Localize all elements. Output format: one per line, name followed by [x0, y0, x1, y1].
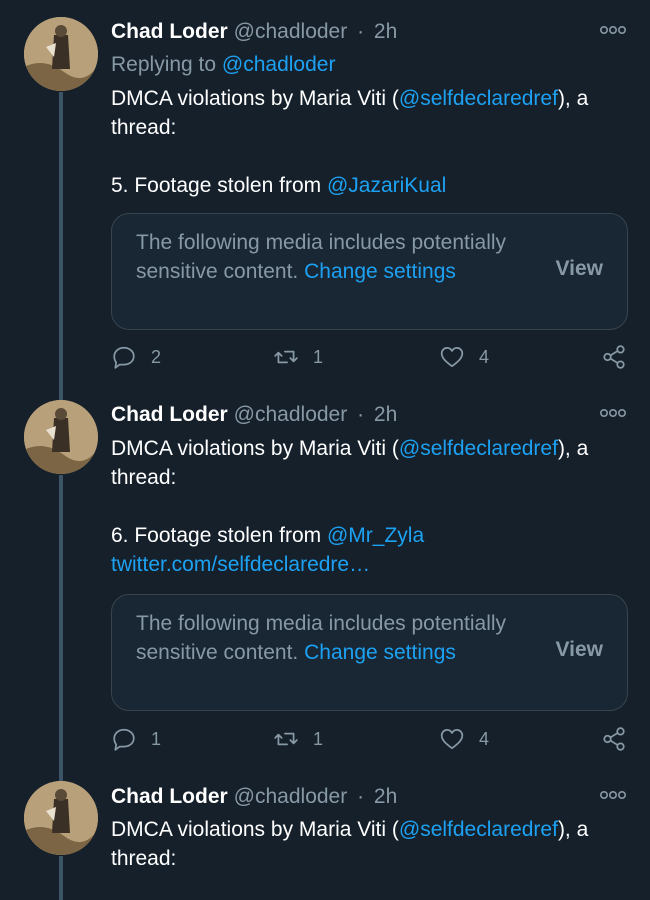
user-handle[interactable]: @chadloder: [234, 785, 348, 808]
separator-dot: ·: [357, 20, 365, 43]
text-part: DMCA violations by Maria Viti (: [111, 87, 399, 110]
retweet-button[interactable]: 1: [273, 726, 323, 752]
mention-link[interactable]: @selfdeclaredref: [399, 87, 558, 110]
replying-prefix: Replying to: [111, 53, 217, 76]
text-part: DMCA violations by Maria Viti (: [111, 437, 399, 460]
share-button[interactable]: [601, 344, 627, 370]
mention-link[interactable]: @selfdeclaredref: [399, 818, 558, 841]
reply-button[interactable]: 2: [111, 344, 161, 370]
sensitive-media-notice[interactable]: The following media includes potentially…: [111, 213, 628, 330]
reply-button[interactable]: 1: [111, 726, 161, 752]
view-button[interactable]: View: [556, 638, 603, 662]
timestamp[interactable]: 2h: [374, 785, 397, 808]
retweet-count: 1: [313, 346, 324, 367]
user-handle[interactable]: @chadloder: [234, 403, 348, 426]
like-count: 4: [479, 728, 490, 749]
more-horizontal-icon[interactable]: [599, 20, 626, 41]
display-name[interactable]: Chad Loder: [111, 20, 228, 43]
heart-icon: [440, 729, 464, 750]
like-button[interactable]: 4: [439, 344, 489, 370]
share-button[interactable]: [601, 726, 627, 752]
avatar[interactable]: [24, 781, 98, 855]
mention-link[interactable]: @JazariKual: [327, 174, 446, 197]
text-part: 6. Footage stolen from: [111, 524, 322, 547]
change-settings-link[interactable]: Change settings: [304, 260, 456, 283]
timestamp[interactable]: 2h: [374, 403, 397, 426]
avatar-photo: [24, 781, 98, 855]
tweet-actions: 2 1 4: [111, 344, 631, 374]
reply-icon: [113, 728, 135, 751]
tweet[interactable]: Chad Loder @chadloder · 2h Replying to @c…: [0, 0, 650, 383]
mention-link[interactable]: @Mr_Zyla: [327, 524, 424, 547]
replying-to-link[interactable]: @chadloder: [222, 53, 336, 76]
reply-count: 2: [151, 346, 162, 367]
avatar[interactable]: [24, 17, 98, 91]
heart-icon: [440, 347, 464, 368]
avatar-photo: [24, 17, 98, 91]
tweet-actions: 1 1 4: [111, 726, 631, 756]
thread-line: [59, 92, 63, 383]
like-count: 4: [479, 346, 490, 367]
share-icon: [603, 727, 625, 751]
tweet-text: DMCA violations by Maria Viti (@selfdecl…: [111, 84, 631, 200]
tweet-text: DMCA violations by Maria Viti (@selfdecl…: [111, 815, 631, 873]
sensitive-message: The following media includes potentially…: [136, 228, 516, 286]
separator-dot: ·: [357, 403, 365, 426]
display-name[interactable]: Chad Loder: [111, 785, 228, 808]
mention-link[interactable]: @selfdeclaredref: [399, 437, 558, 460]
tweet-header: Chad Loder @chadloder · 2h: [111, 785, 397, 809]
avatar[interactable]: [24, 400, 98, 474]
reply-icon: [113, 346, 135, 369]
tweet-header: Chad Loder @chadloder · 2h: [111, 20, 397, 44]
display-name[interactable]: Chad Loder: [111, 403, 228, 426]
retweet-button[interactable]: 1: [273, 344, 323, 370]
separator-dot: ·: [357, 785, 365, 808]
share-icon: [603, 345, 625, 369]
more-horizontal-icon[interactable]: [599, 785, 626, 806]
retweet-count: 1: [313, 728, 324, 749]
retweet-icon: [274, 732, 298, 746]
change-settings-link[interactable]: Change settings: [304, 641, 456, 664]
like-button[interactable]: 4: [439, 726, 489, 752]
text-part: 5. Footage stolen from: [111, 174, 322, 197]
thread-line: [59, 383, 63, 400]
replying-to: Replying to @chadloder: [111, 53, 335, 77]
avatar-photo: [24, 400, 98, 474]
thread-line: [59, 856, 63, 900]
tweet-text: DMCA violations by Maria Viti (@selfdecl…: [111, 434, 631, 579]
tweet[interactable]: Chad Loder @chadloder · 2h DMCA violation…: [0, 766, 650, 900]
tweet[interactable]: Chad Loder @chadloder · 2h DMCA violation…: [0, 383, 650, 766]
thread-line: [59, 766, 63, 781]
sensitive-message: The following media includes potentially…: [136, 609, 516, 667]
tweet-header: Chad Loder @chadloder · 2h: [111, 403, 397, 427]
text-part: DMCA violations by Maria Viti (: [111, 818, 399, 841]
user-handle[interactable]: @chadloder: [234, 20, 348, 43]
reply-count: 1: [151, 728, 162, 749]
view-button[interactable]: View: [556, 257, 603, 281]
retweet-icon: [274, 350, 298, 364]
sensitive-media-notice[interactable]: The following media includes potentially…: [111, 594, 628, 711]
timestamp[interactable]: 2h: [374, 20, 397, 43]
thread-line: [59, 475, 63, 766]
more-horizontal-icon[interactable]: [599, 403, 626, 424]
quoted-tweet-link[interactable]: twitter.com/selfdeclaredre…: [111, 553, 370, 576]
